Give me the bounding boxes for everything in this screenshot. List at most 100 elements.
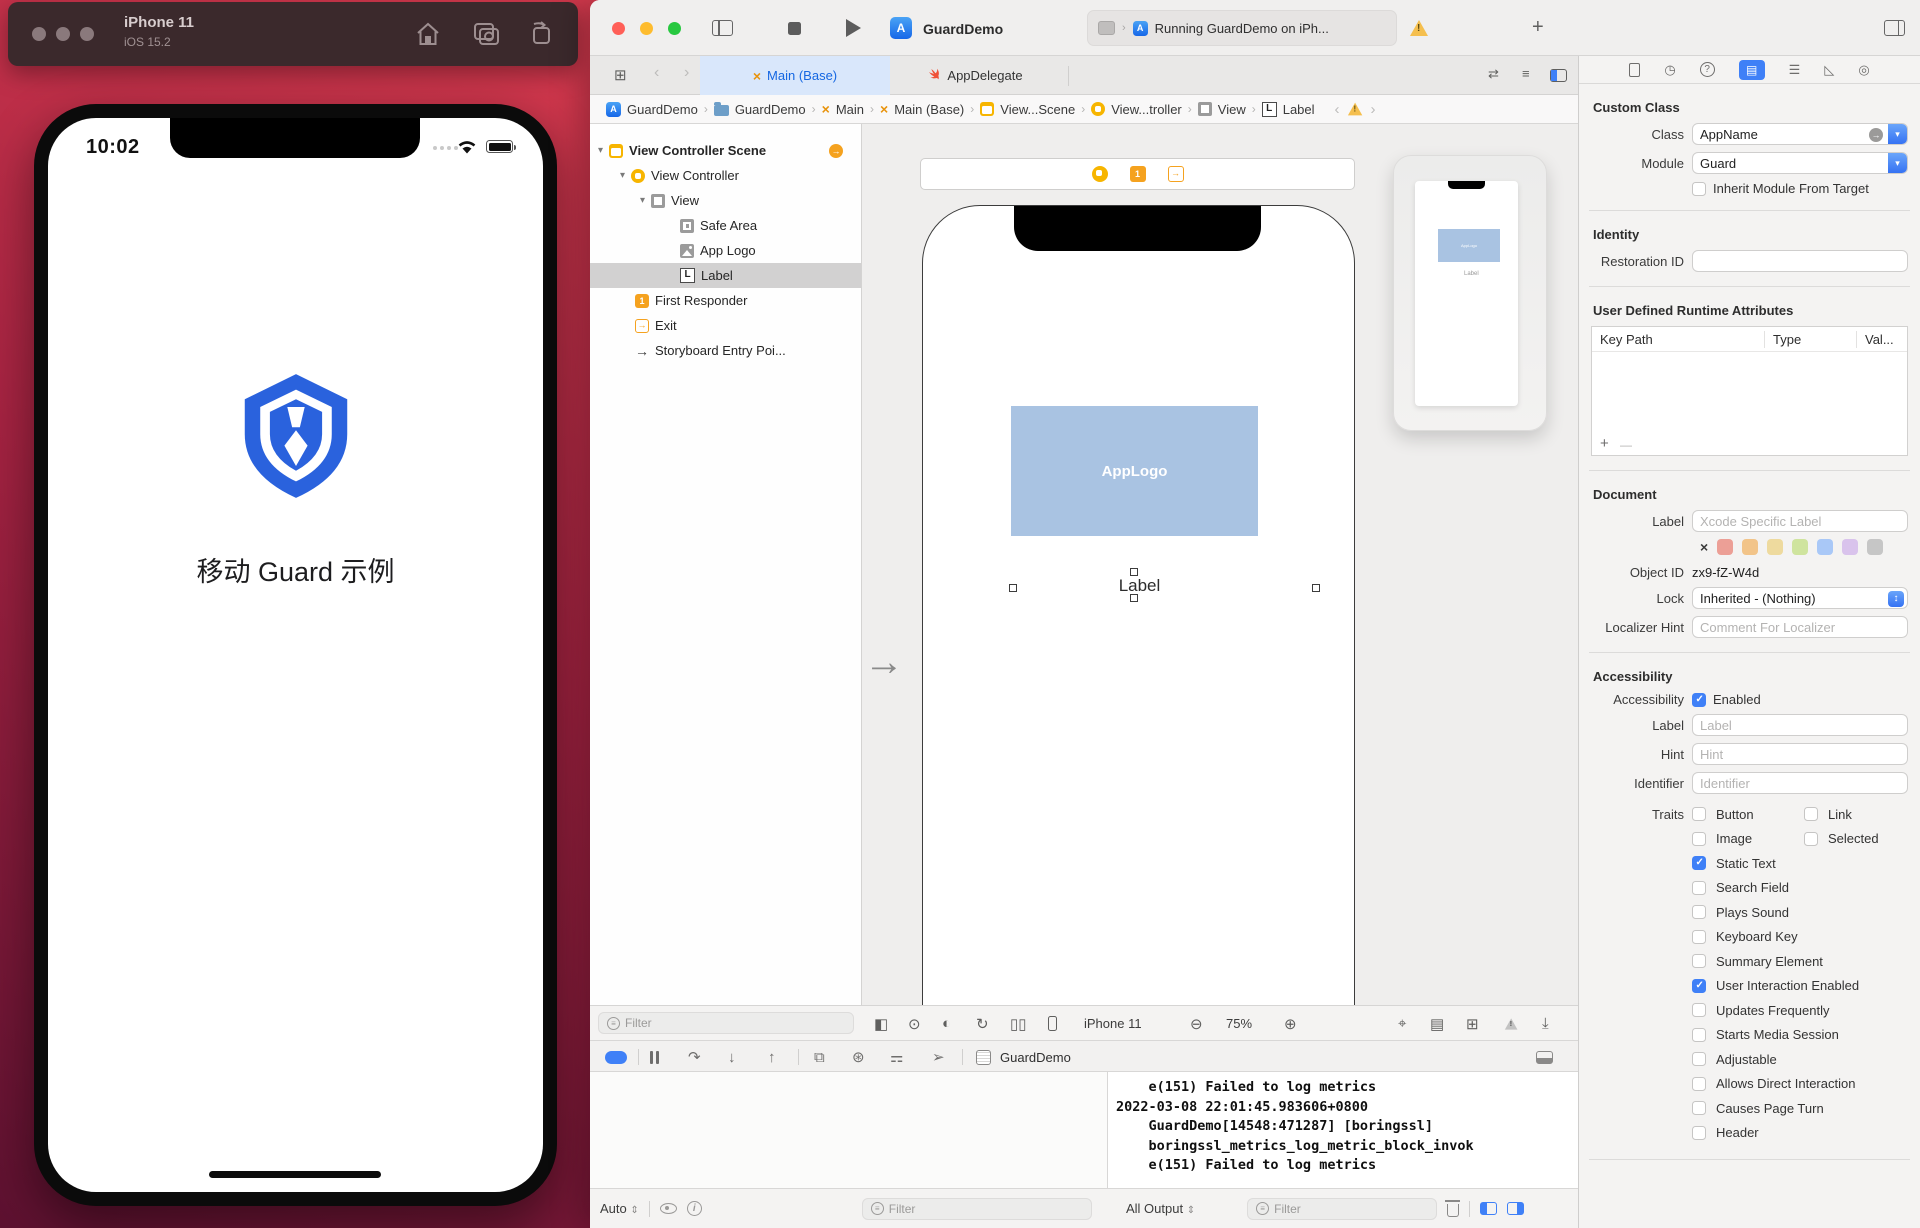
home-indicator[interactable]: [209, 1171, 381, 1178]
outline-filter-field[interactable]: ≡ Filter: [598, 1012, 854, 1034]
prev-issue-icon[interactable]: ‹: [1335, 101, 1340, 118]
activity-viewer[interactable]: › A Running GuardDemo on iPh...: [1087, 10, 1397, 46]
crumb-label[interactable]: Label: [1283, 102, 1315, 117]
connections-inspector-icon[interactable]: ◎: [1858, 62, 1869, 78]
quicklook-eye-icon[interactable]: [660, 1203, 677, 1214]
outline-row-first-responder[interactable]: 1 First Responder: [590, 288, 861, 313]
trait-checkbox-image[interactable]: [1692, 832, 1706, 846]
resize-handle-bottom[interactable]: [1130, 594, 1138, 602]
exit-icon[interactable]: →: [1168, 166, 1184, 182]
add-attribute-button[interactable]: +: [1600, 435, 1609, 452]
console-pane[interactable]: e(151) Failed to log metrics 2022-03-08 …: [1108, 1072, 1578, 1188]
outline-row-exit[interactable]: → Exit: [590, 313, 861, 338]
trait-checkbox-keyboard-key[interactable]: [1692, 930, 1706, 944]
trait-checkbox-adjustable[interactable]: [1692, 1052, 1706, 1066]
warning-icon[interactable]: [1410, 20, 1429, 36]
history-inspector-icon[interactable]: ◷: [1664, 62, 1675, 78]
trait-checkbox-user-interaction[interactable]: [1692, 979, 1706, 993]
acc-identifier-field[interactable]: [1692, 772, 1908, 794]
trait-checkbox-link[interactable]: [1804, 807, 1818, 821]
show-console-pane-icon[interactable]: [1507, 1202, 1524, 1215]
environment-overrides-icon[interactable]: ⚎: [890, 1041, 903, 1073]
screenshot-camera-icon[interactable]: [472, 20, 502, 53]
clear-console-icon[interactable]: [1447, 1204, 1459, 1217]
clear-color-button[interactable]: ×: [1700, 539, 1708, 555]
sim-zoom-button[interactable]: [80, 27, 94, 41]
lock-dropdown[interactable]: Inherited - (Nothing) ↕: [1692, 587, 1908, 609]
trait-checkbox-static-text[interactable]: [1692, 856, 1706, 870]
localizer-hint-input[interactable]: [1700, 620, 1907, 635]
simulator-titlebar[interactable]: iPhone 11 iOS 15.2: [8, 2, 578, 66]
simulate-location-icon[interactable]: ➢: [932, 1041, 945, 1073]
outline-row-scene[interactable]: ▾ View Controller Scene →: [590, 138, 861, 163]
label-view[interactable]: Label: [1073, 576, 1206, 596]
iphone-screen[interactable]: 10:02 移动 Guard 示例: [48, 118, 543, 1192]
acc-identifier-input[interactable]: [1700, 776, 1907, 791]
resize-handle-left[interactable]: [1009, 584, 1017, 592]
orientation-icon[interactable]: ↻: [976, 1006, 989, 1041]
localizer-hint-field[interactable]: [1692, 616, 1908, 638]
module-field[interactable]: Guard ▾: [1692, 152, 1908, 174]
color-swatch-blue[interactable]: [1817, 539, 1833, 555]
acc-hint-field[interactable]: [1692, 743, 1908, 765]
doc-label-input[interactable]: [1700, 514, 1907, 529]
module-dropdown-icon[interactable]: ▾: [1888, 153, 1907, 173]
tab-main-base[interactable]: × Main (Base): [700, 56, 890, 95]
crumb-main[interactable]: Main: [836, 102, 864, 117]
device-icon[interactable]: [1048, 1006, 1057, 1041]
tab-appdelegate[interactable]: AppDelegate: [890, 56, 1060, 95]
color-swatch-red[interactable]: [1717, 539, 1733, 555]
variables-filter-field[interactable]: ≡ Filter: [862, 1198, 1092, 1220]
view-hierarchy-icon[interactable]: ⧉: [814, 1041, 825, 1073]
device-name[interactable]: iPhone 11: [1084, 1006, 1142, 1041]
color-swatch-gray[interactable]: [1867, 539, 1883, 555]
split-view-icon[interactable]: ▯▯: [1010, 1006, 1027, 1041]
crumb-project[interactable]: GuardDemo: [627, 102, 698, 117]
trait-checkbox-page-turn[interactable]: [1692, 1101, 1706, 1115]
disclosure-icon[interactable]: ▾: [620, 170, 625, 181]
code-review-icon[interactable]: ⇄: [1488, 66, 1499, 82]
attributes-inspector-icon[interactable]: ☰: [1789, 62, 1801, 78]
step-over-icon[interactable]: ↷: [688, 1041, 701, 1073]
back-chevron-icon[interactable]: ‹: [654, 64, 659, 82]
class-dropdown-icon[interactable]: ▾: [1888, 124, 1907, 144]
variables-pane[interactable]: [590, 1072, 1108, 1188]
add-constraints-icon[interactable]: ⊞: [1466, 1006, 1479, 1041]
trait-checkbox-updates-frequently[interactable]: [1692, 1003, 1706, 1017]
show-outline-icon[interactable]: ◧: [874, 1006, 888, 1041]
next-issue-icon[interactable]: ›: [1371, 101, 1376, 118]
forward-chevron-icon[interactable]: ›: [684, 64, 689, 82]
acc-hint-input[interactable]: [1700, 747, 1907, 762]
trait-checkbox-direct-interaction[interactable]: [1692, 1077, 1706, 1091]
step-out-icon[interactable]: ↑: [768, 1041, 776, 1073]
restoration-id-input[interactable]: [1700, 254, 1907, 269]
update-frames-icon[interactable]: ⌖: [1398, 1006, 1406, 1041]
disclosure-icon[interactable]: ▾: [640, 195, 645, 206]
disclosure-icon[interactable]: ▾: [598, 145, 603, 156]
sim-close-button[interactable]: [32, 27, 46, 41]
trait-checkbox-summary-element[interactable]: [1692, 954, 1706, 968]
toggle-inspector-icon[interactable]: [1884, 20, 1905, 36]
library-add-button[interactable]: +: [1532, 16, 1544, 39]
outline-row-label[interactable]: L Label: [590, 263, 861, 288]
color-swatch-yellow[interactable]: [1767, 539, 1783, 555]
toggle-navigator-icon[interactable]: [712, 20, 733, 36]
trait-checkbox-button[interactable]: [1692, 807, 1706, 821]
rotate-icon[interactable]: [526, 20, 554, 53]
download-icon[interactable]: ⤓: [1542, 1006, 1549, 1041]
interface-builder-canvas[interactable]: 1 → → AppLogo Label AppLogo Label: [862, 124, 1578, 1005]
trait-checkbox-search-field[interactable]: [1692, 881, 1706, 895]
resolve-issues-icon[interactable]: [1502, 1006, 1521, 1041]
help-inspector-icon[interactable]: ?: [1700, 62, 1715, 77]
crumb-view[interactable]: View: [1218, 102, 1246, 117]
remove-attribute-button[interactable]: —: [1620, 438, 1632, 452]
applogo-image-view[interactable]: AppLogo: [1011, 406, 1258, 536]
versions-grid-icon[interactable]: ⊞: [614, 66, 627, 84]
zoom-in-icon[interactable]: ⊕: [1284, 1006, 1297, 1041]
runtime-attributes-table[interactable]: Key Path Type Val... + —: [1591, 326, 1908, 456]
breakpoints-toggle[interactable]: [605, 1041, 627, 1073]
minimap[interactable]: AppLogo Label: [1393, 155, 1547, 431]
zoom-out-icon[interactable]: ⊖: [1190, 1006, 1203, 1041]
crumb-main-base[interactable]: Main (Base): [894, 102, 964, 117]
storyboard-view-controller[interactable]: AppLogo Label: [922, 205, 1355, 1005]
